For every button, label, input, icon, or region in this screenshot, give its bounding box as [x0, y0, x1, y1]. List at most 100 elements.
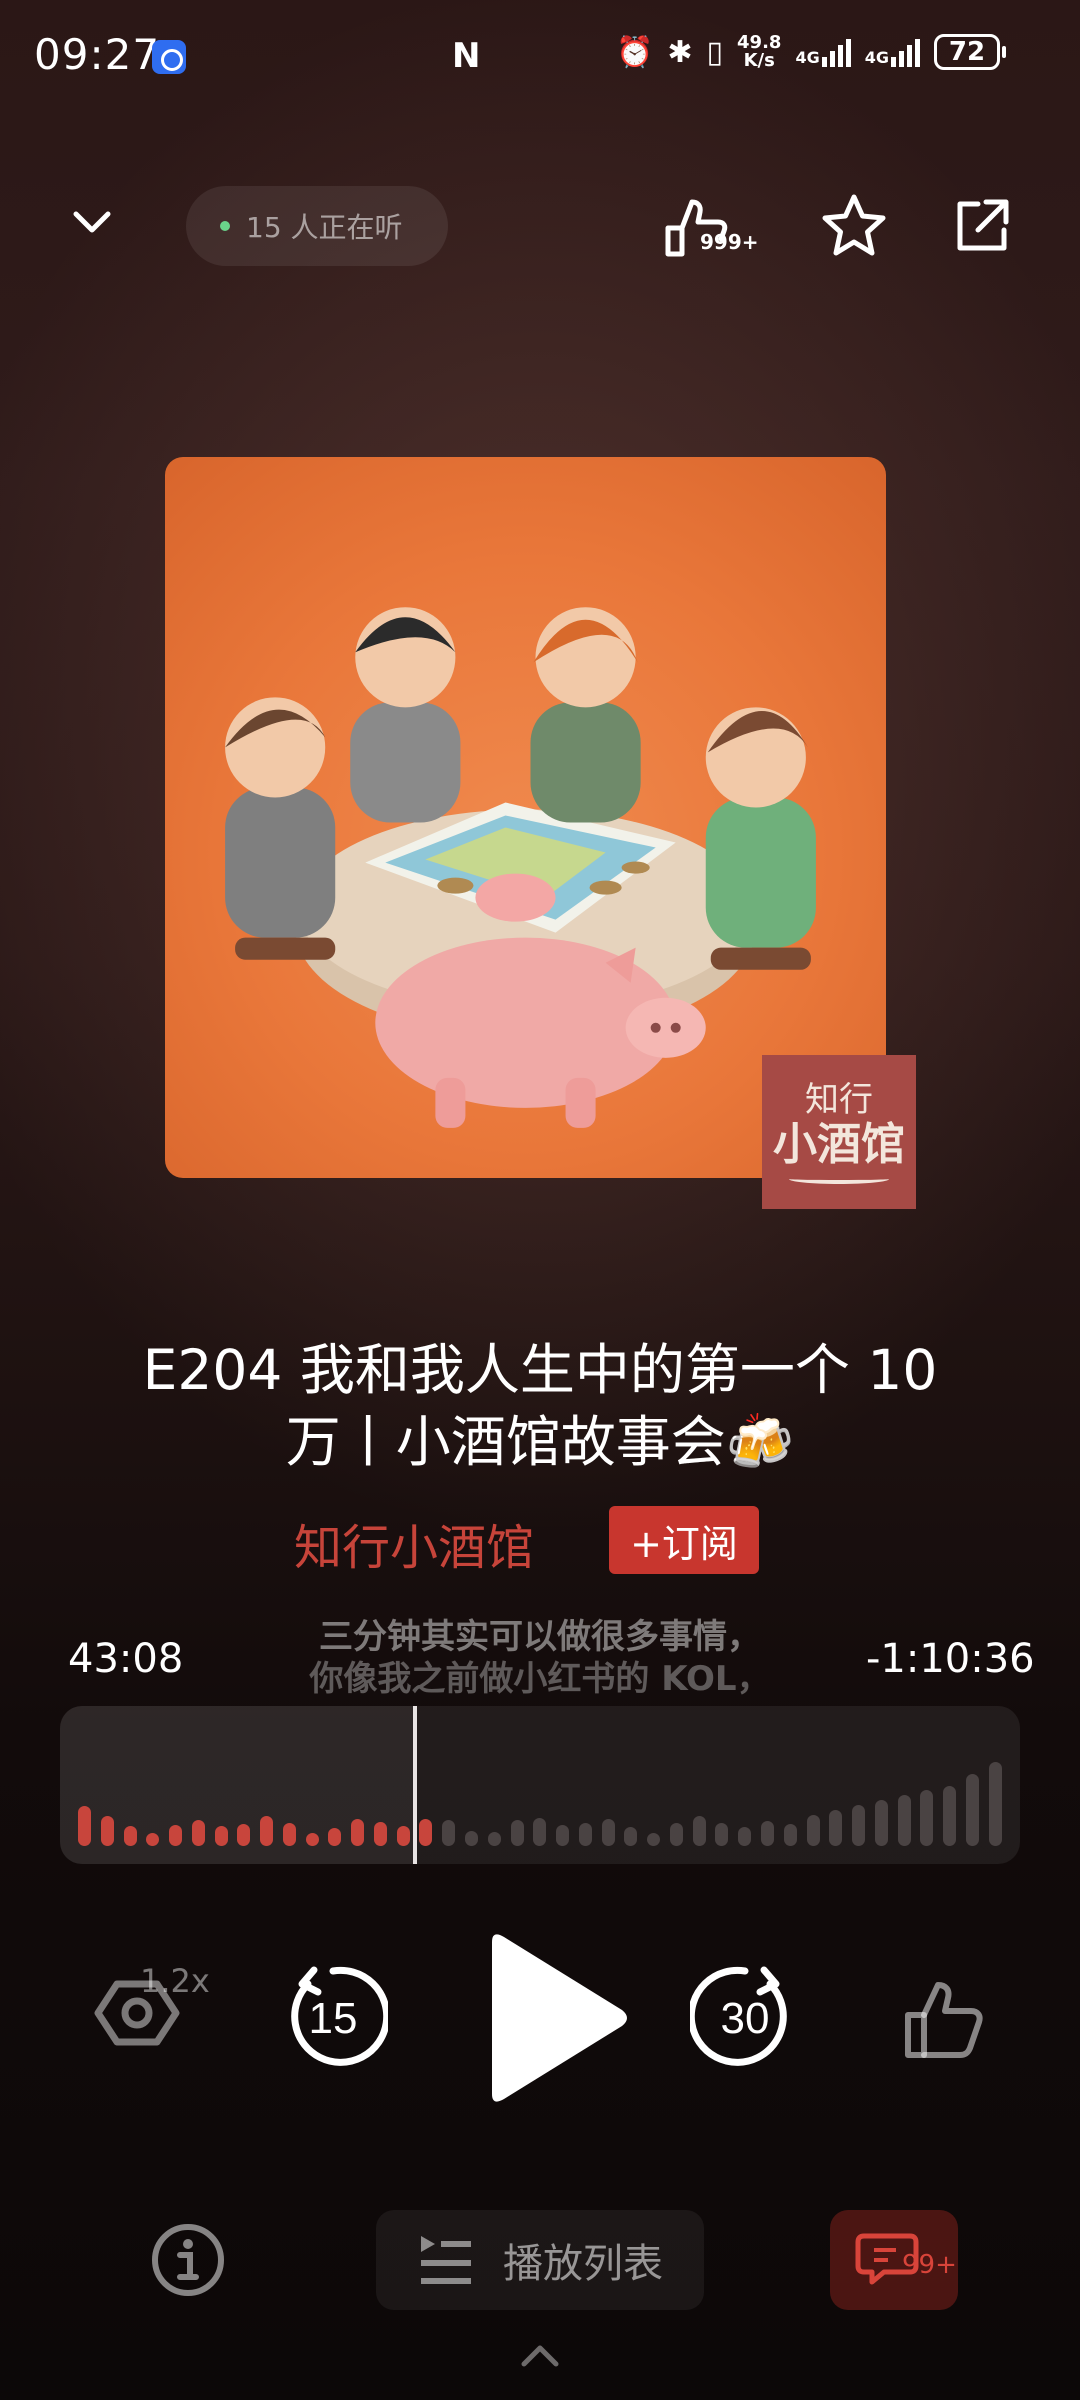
transcript-preview[interactable]: 三分钟其实可以做很多事情， 你像我之前做小红书的 KOL， [270, 1616, 810, 1700]
waveform-bar [442, 1820, 456, 1846]
waveform-bar [897, 1795, 911, 1846]
network-type-2: 4G [864, 48, 889, 67]
listeners-pill[interactable]: 15 人正在听 [186, 186, 448, 266]
rewind-15-button[interactable]: 15 [278, 1962, 391, 2072]
subscribe-button[interactable]: +订阅 [609, 1506, 759, 1574]
forward-icon: 30 [687, 1966, 787, 2066]
bluetooth-icon: ✱ [667, 34, 693, 70]
waveform-bar [852, 1805, 866, 1846]
playlist-icon [421, 2236, 471, 2284]
waveform-bar [647, 1833, 661, 1846]
waveform-bar [351, 1819, 365, 1846]
waveform-bar [965, 1774, 979, 1846]
waveform-bar [943, 1786, 957, 1846]
forward-seconds: 30 [721, 1994, 770, 2043]
waveform-bar [100, 1816, 114, 1846]
collapse-player-button[interactable] [70, 200, 114, 244]
waveform-bar [465, 1831, 479, 1846]
waveform-bar [783, 1824, 797, 1846]
waveform-bar [305, 1833, 319, 1846]
waveform-bar [920, 1790, 934, 1846]
waveform-bar [601, 1819, 615, 1846]
episode-title: E204 我和我人生中的第一个 10 万丨小酒馆故事会🍻 [142, 1338, 938, 1474]
playlist-label: 播放列表 [503, 2241, 663, 2287]
waveform-bar [806, 1815, 820, 1846]
rewind-icon: 15 [291, 1966, 391, 2066]
waveform-bar [282, 1823, 296, 1846]
waveform-bar [328, 1828, 342, 1846]
rewind-seconds: 15 [309, 1994, 358, 2043]
info-icon [152, 2224, 224, 2296]
thumbs-up-icon [905, 1982, 983, 2058]
waveform-bar [715, 1823, 729, 1846]
forward-30-button[interactable]: 30 [687, 1962, 800, 2072]
elapsed-time: 43:08 [68, 1636, 184, 1682]
waveform-bar [419, 1819, 433, 1846]
transcript-line-2: 你像我之前做小红书的 KOL， [309, 1659, 771, 1699]
waveform-bar [214, 1826, 228, 1846]
network-speed: 49.8 K/s [737, 34, 781, 70]
listeners-count: 15 人正在听 [246, 211, 403, 244]
waveform-bar [191, 1820, 205, 1846]
waveform-bar [146, 1833, 160, 1846]
like-button[interactable] [900, 1975, 990, 2065]
vibrate-icon: ▯ [706, 34, 724, 70]
waveform-bar [78, 1806, 91, 1846]
status-icons: ⏰ ✱ ▯ 49.8 K/s 4G 4G 72 [616, 34, 1006, 70]
waveform-bar [123, 1826, 137, 1846]
live-dot-icon [220, 221, 230, 231]
alarm-icon: ⏰ [616, 34, 654, 70]
playlist-button[interactable]: 播放列表 [376, 2210, 704, 2310]
signal-1-icon [821, 37, 851, 67]
status-bar: 09:27 N ⏰ ✱ ▯ 49.8 K/s 4G 4G 72 [0, 0, 1080, 110]
logo-wave-icon [789, 1174, 889, 1184]
episode-info-button[interactable] [150, 2222, 226, 2298]
chevron-down-icon [73, 211, 111, 233]
waveform-bar [373, 1822, 387, 1846]
favorite-button[interactable] [820, 192, 888, 260]
waveform-bar [669, 1823, 683, 1846]
status-time: 09:27 [34, 30, 161, 79]
app-notification-icon [152, 40, 186, 74]
playback-speed-label: 1.2x [140, 1962, 210, 2000]
podcast-name-link[interactable]: 知行小酒馆 [294, 1508, 534, 1578]
signal-2: 4G [865, 37, 920, 67]
share-button[interactable] [952, 196, 1012, 256]
waveform-bar [556, 1825, 570, 1846]
waveform-bar [260, 1816, 274, 1846]
waveform-bar [578, 1823, 592, 1846]
share-icon [957, 199, 1009, 251]
waveform-bar [237, 1824, 251, 1846]
waveform-bar [533, 1818, 547, 1846]
waveform-bars [78, 1716, 1002, 1846]
waveform-bar [874, 1800, 888, 1846]
transcript-line-1: 三分钟其实可以做很多事情， [319, 1617, 761, 1657]
waveform-bar [692, 1816, 706, 1846]
waveform-bar [169, 1825, 183, 1846]
remaining-time: -1:10:36 [866, 1636, 1035, 1682]
waveform-bar [738, 1827, 752, 1846]
network-type-1: 4G [795, 48, 820, 67]
battery-indicator: 72 [933, 34, 1006, 70]
waveform-bar [829, 1810, 843, 1846]
waveform-bar [396, 1826, 410, 1846]
logo-main-text: 小酒馆 [773, 1119, 905, 1170]
chevron-up-icon [521, 2345, 559, 2367]
battery-icon: 72 [933, 34, 1000, 70]
waveform-bar [510, 1820, 524, 1846]
playhead-handle[interactable] [413, 1706, 417, 1864]
recommend-count: 999+ [700, 230, 759, 254]
nfc-icon: N [452, 36, 481, 76]
waveform-bar [624, 1827, 638, 1846]
signal-1: 4G [795, 37, 851, 67]
logo-top-text: 知行 [805, 1080, 873, 1120]
play-icon [492, 1934, 627, 2102]
expand-up-button[interactable] [520, 2340, 560, 2370]
signal-2-icon [890, 37, 920, 67]
waveform-bar [760, 1821, 774, 1846]
waveform-progress-bar[interactable] [60, 1706, 1020, 1864]
comments-count: 99+ [902, 2250, 957, 2280]
podcast-logo: 知行 小酒馆 [762, 1055, 916, 1209]
play-button[interactable] [480, 1928, 630, 2108]
network-speed-unit: K/s [743, 50, 775, 71]
